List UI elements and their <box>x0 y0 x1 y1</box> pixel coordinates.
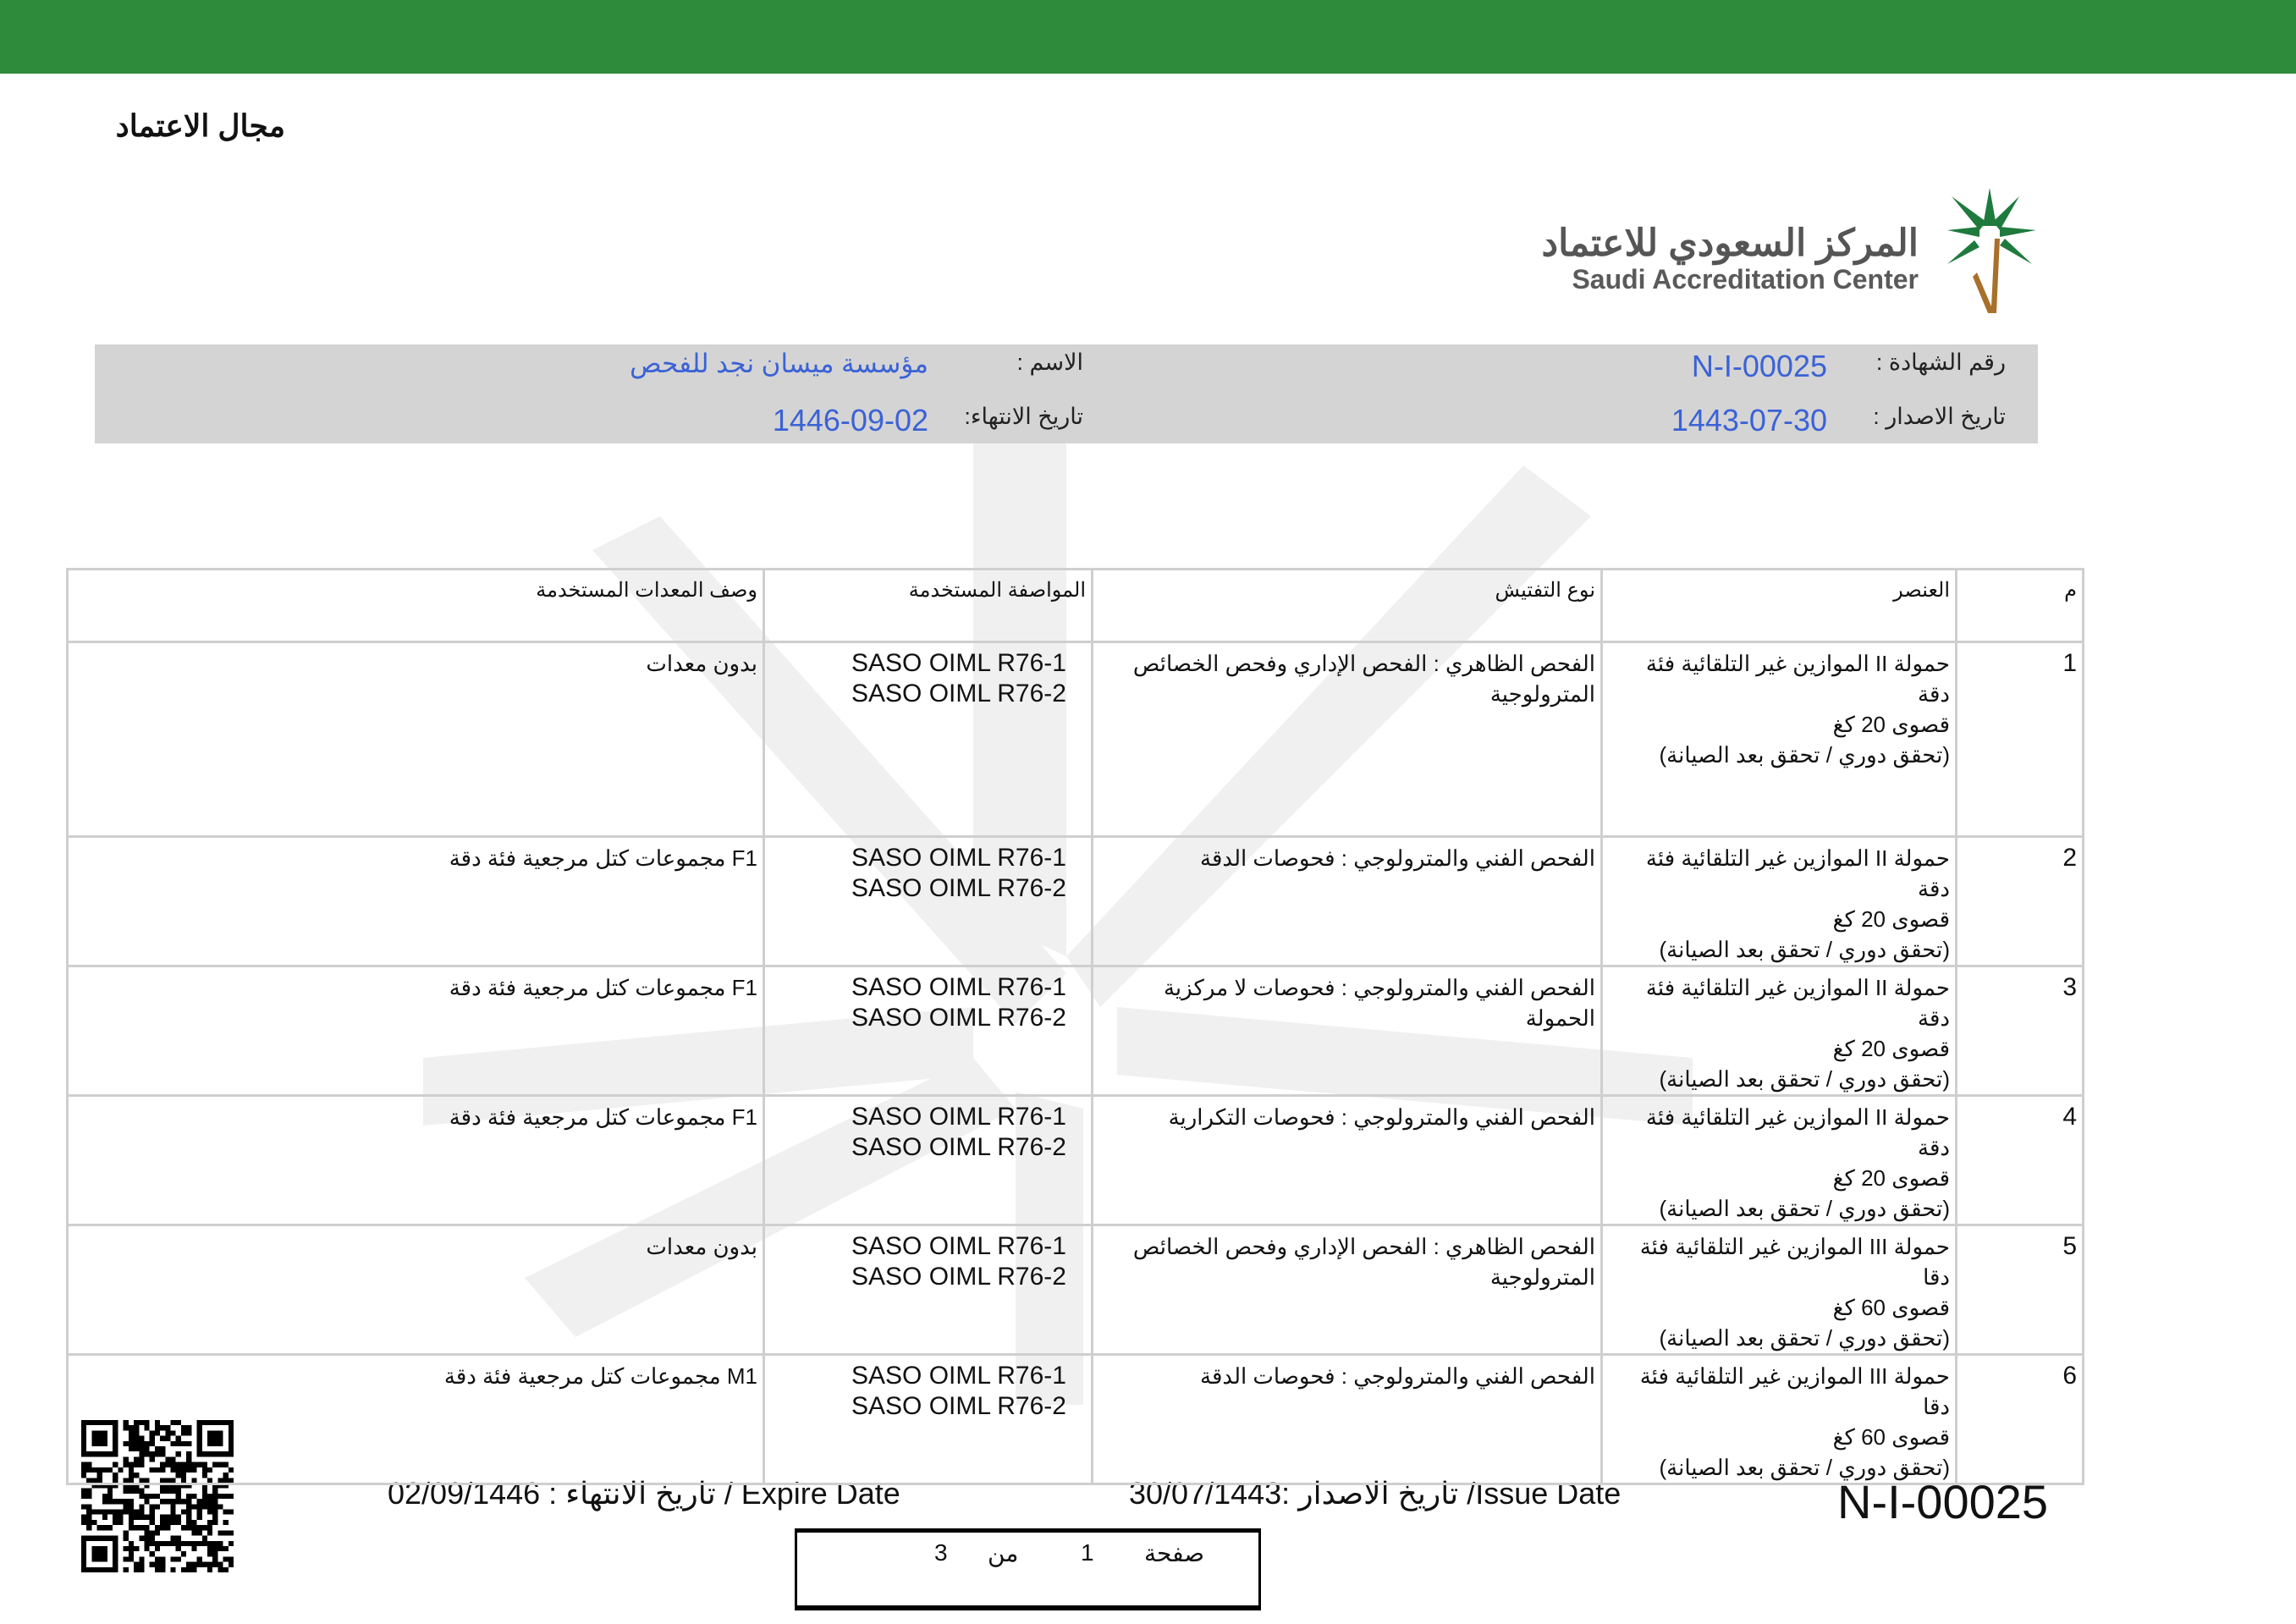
name-label: الاسم : <box>1016 350 1084 375</box>
certificate-number-label: رقم الشهادة : <box>1875 350 2006 375</box>
row-number: 3 <box>1955 965 2084 1097</box>
table-row: 2 حمولة II الموازين غير التلقائية فئة دقة… <box>66 835 2084 967</box>
inspection-type-cell: الفحص الظاهري : الفحص الإداري وفحص الخصا… <box>1091 1224 1603 1356</box>
star-logo-icon <box>1947 188 2036 313</box>
accreditation-scope-table: م العنصر نوع التفتيش المواصفة المستخدمة … <box>66 568 2084 1485</box>
equipment-cell: بدون معدات <box>66 641 765 838</box>
row-number: 2 <box>1955 835 2084 967</box>
item-cell: حمولة II الموازين غير التلقائية فئة دقة … <box>1600 835 1957 967</box>
page-label: صفحة <box>1144 1540 1205 1566</box>
page-number-box: صفحة 1 من 3 <box>795 1528 1261 1610</box>
standard-cell: SASO OIML R76-1 SASO OIML R76-2 <box>763 1353 1093 1485</box>
header-inspection-type: نوع التفتيش <box>1091 568 1603 643</box>
certificate-number-value: N-I-00025 <box>1691 349 1827 383</box>
issue-date-label: تاريخ الاصدار : <box>1873 404 2006 429</box>
sac-logo: المركز السعودي للاعتماد Saudi Accreditat… <box>1541 179 2040 315</box>
standard-cell: SASO OIML R76-1 SASO OIML R76-2 <box>763 641 1093 838</box>
standard-cell: SASO OIML R76-1 SASO OIML R76-2 <box>763 1224 1093 1356</box>
equipment-cell: F1 مجموعات كتل مرجعية فئة دقة <box>66 835 765 967</box>
standard-cell: SASO OIML R76-1 SASO OIML R76-2 <box>763 1094 1093 1226</box>
row-number: 1 <box>1955 641 2084 838</box>
equipment-cell: F1 مجموعات كتل مرجعية فئة دقة <box>66 1094 765 1226</box>
item-cell: حمولة III الموازين غير التلقائية فئة دقا… <box>1600 1353 1957 1485</box>
header-item: العنصر <box>1600 568 1957 643</box>
table-row: 1 حمولة II الموازين غير التلقائية فئة دقة… <box>66 641 2084 838</box>
expiry-date-value: 1446-09-02 <box>772 403 928 438</box>
table-row: 3 حمولة II الموازين غير التلقائية فئة دقة… <box>66 965 2084 1097</box>
inspection-type-cell: الفحص الفني والمترولوجي : فحوصات لا مركز… <box>1091 965 1603 1097</box>
row-number: 5 <box>1955 1224 2084 1356</box>
table-row: 4 حمولة II الموازين غير التلقائية فئة دقة… <box>66 1094 2084 1226</box>
item-cell: حمولة III الموازين غير التلقائية فئة دقا… <box>1600 1224 1957 1356</box>
page-total: 3 <box>934 1539 948 1566</box>
inspection-type-cell: الفحص الظاهري : الفحص الإداري وفحص الخصا… <box>1091 641 1603 838</box>
equipment-cell: بدون معدات <box>66 1224 765 1356</box>
row-number: 4 <box>1955 1094 2084 1226</box>
name-value: مؤسسة ميسان نجد للفحص <box>630 349 928 378</box>
table-header-row: م العنصر نوع التفتيش المواصفة المستخدمة … <box>66 568 2084 643</box>
item-cell: حمولة II الموازين غير التلقائية فئة دقة … <box>1600 641 1957 838</box>
item-cell: حمولة II الموازين غير التلقائية فئة دقة … <box>1600 1094 1957 1226</box>
expiry-date-label: تاريخ الانتهاء: <box>964 404 1083 429</box>
issue-date-value: 1443-07-30 <box>1671 403 1827 438</box>
inspection-type-cell: الفحص الفني والمترولوجي : فحوصات الدقة <box>1091 835 1603 967</box>
standard-cell: SASO OIML R76-1 SASO OIML R76-2 <box>763 835 1093 967</box>
logo-arabic-text: المركز السعودي للاعتماد <box>1541 223 1919 264</box>
equipment-cell: M1 مجموعات كتل مرجعية فئة دقة <box>66 1353 765 1485</box>
item-cell: حمولة II الموازين غير التلقائية فئة دقة … <box>1600 965 1957 1097</box>
header-equipment: وصف المعدات المستخدمة <box>66 568 765 643</box>
page-of-label: من <box>988 1540 1019 1566</box>
row-number: 6 <box>1955 1353 2084 1485</box>
header-standard: المواصفة المستخدمة <box>763 568 1093 643</box>
logo-english-text: Saudi Accreditation Center <box>1572 264 1919 295</box>
equipment-cell: F1 مجموعات كتل مرجعية فئة دقة <box>66 965 765 1097</box>
header-no: م <box>1955 568 2084 643</box>
table-row: 6 حمولة III الموازين غير التلقائية فئة دق… <box>66 1353 2084 1485</box>
page-current: 1 <box>1081 1539 1094 1566</box>
top-green-bar <box>0 0 2296 74</box>
page-title: مجال الاعتماد <box>115 108 285 143</box>
standard-cell: SASO OIML R76-1 SASO OIML R76-2 <box>763 965 1093 1097</box>
inspection-type-cell: الفحص الفني والمترولوجي : فحوصات الدقة <box>1091 1353 1603 1485</box>
table-row: 5 حمولة III الموازين غير التلقائية فئة دق… <box>66 1224 2084 1356</box>
inspection-type-cell: الفحص الفني والمترولوجي : فحوصات التكرار… <box>1091 1094 1603 1226</box>
